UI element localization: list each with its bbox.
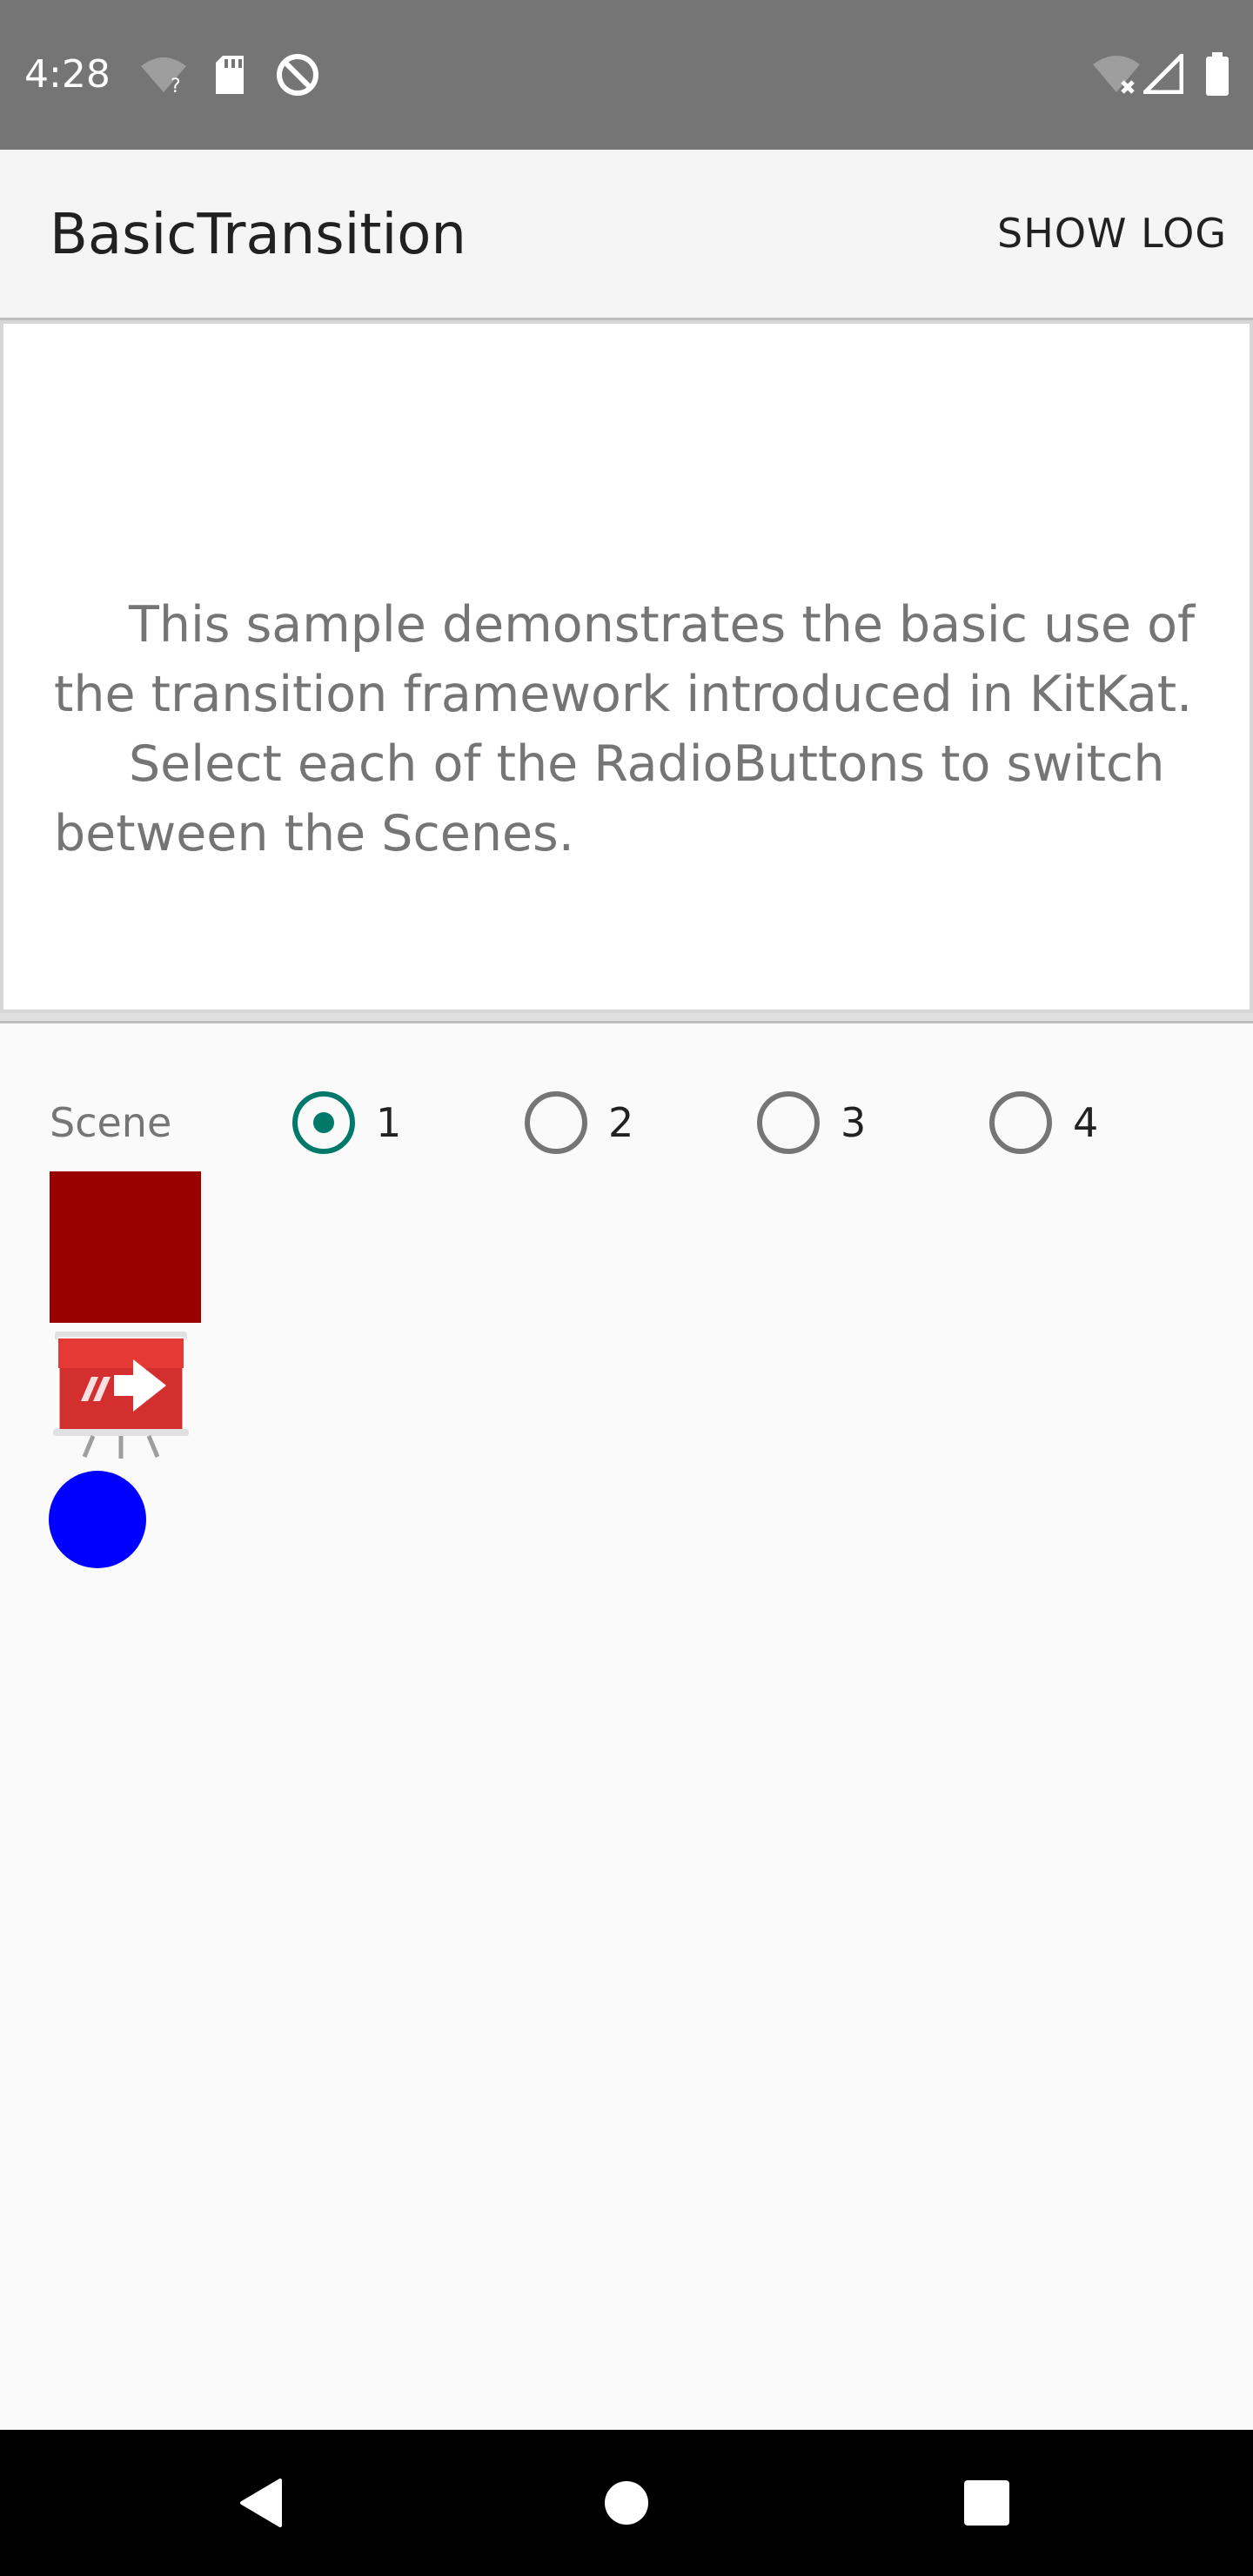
scene-radio-label: 3 xyxy=(841,1099,867,1146)
radio-checked-icon xyxy=(292,1091,355,1154)
scene-radio-label: 2 xyxy=(608,1099,634,1146)
svg-text:?: ? xyxy=(171,76,181,96)
presentation-arrow-icon xyxy=(53,1332,189,1459)
home-icon[interactable] xyxy=(585,2461,668,2545)
radio-unchecked-icon xyxy=(989,1091,1052,1154)
scene-red-square xyxy=(50,1171,201,1323)
scene-blue-circle xyxy=(49,1471,146,1568)
app-title: BasicTransition xyxy=(50,203,466,267)
intro-text: This sample demonstrates the basic use o… xyxy=(54,590,1220,869)
do-not-disturb-icon xyxy=(277,54,318,96)
wifi-off-icon xyxy=(1093,56,1140,94)
radio-unchecked-icon xyxy=(757,1091,820,1154)
sd-card-icon xyxy=(216,56,244,94)
radio-unchecked-icon xyxy=(525,1091,587,1154)
signal-icon xyxy=(1143,54,1183,94)
radio-dot xyxy=(313,1112,334,1133)
divider xyxy=(0,1013,1253,1023)
scene-label: Scene xyxy=(50,1099,172,1146)
scene-radio-label: 1 xyxy=(376,1099,402,1146)
status-time: 4:28 xyxy=(24,52,111,97)
navigation-bar xyxy=(0,2430,1253,2576)
back-icon[interactable] xyxy=(221,2461,305,2545)
intro-paragraph: This sample demonstrates the basic use o… xyxy=(54,596,1196,723)
scene-radio-label: 4 xyxy=(1073,1099,1099,1146)
status-bar: 4:28 ? xyxy=(0,0,1253,150)
intro-paragraph: Select each of the RadioButtons to switc… xyxy=(54,735,1165,862)
wifi-unknown-icon: ? xyxy=(141,57,186,96)
recents-icon[interactable] xyxy=(945,2461,1029,2545)
battery-icon xyxy=(1206,52,1229,96)
app-bar: BasicTransition SHOW LOG xyxy=(0,150,1253,320)
show-log-button[interactable]: SHOW LOG xyxy=(997,207,1227,259)
intro-panel: This sample demonstrates the basic use o… xyxy=(0,320,1253,1013)
